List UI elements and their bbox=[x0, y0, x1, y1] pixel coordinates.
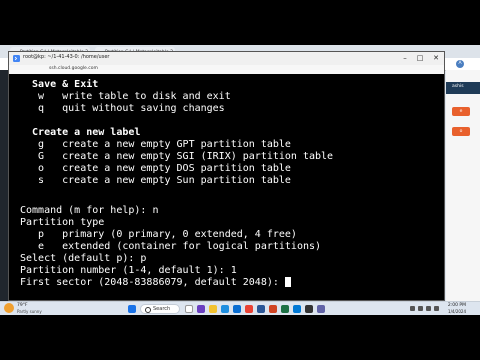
volume-icon[interactable] bbox=[426, 306, 431, 311]
chat-icon[interactable] bbox=[197, 305, 205, 313]
panel-button[interactable]: e bbox=[452, 107, 470, 116]
close-button[interactable]: ✕ bbox=[429, 53, 443, 64]
panel-button[interactable]: o bbox=[452, 127, 470, 136]
task-view-icon[interactable] bbox=[185, 305, 193, 313]
tray-chevron-icon[interactable] bbox=[410, 306, 415, 311]
clock-date[interactable]: 1/4/2024 bbox=[443, 309, 466, 314]
ssh-app-icon bbox=[13, 55, 20, 62]
clock-time[interactable]: 2:00 PM bbox=[446, 303, 466, 308]
letterbox-bottom bbox=[0, 315, 480, 360]
ssh-terminal-window[interactable]: root@kp: ~/1-41-43-0: /home/user – □ ✕ s… bbox=[8, 51, 445, 301]
search-label: Search bbox=[153, 306, 171, 312]
terminal-cursor bbox=[284, 277, 291, 287]
teams-icon[interactable] bbox=[317, 305, 325, 313]
terminal-line: e extended (container for logical partit… bbox=[20, 241, 322, 252]
weather-temp[interactable]: 79°F bbox=[17, 303, 28, 308]
windows-taskbar: 79°F Partly sunny Search 2:00 PM 1/4/202… bbox=[0, 301, 480, 315]
terminal-line: Command (m for help): n bbox=[20, 205, 159, 216]
minimize-button[interactable]: – bbox=[398, 53, 412, 64]
terminal-line: Create a new label bbox=[20, 127, 141, 138]
search-icon bbox=[145, 307, 151, 313]
powerpoint-icon[interactable] bbox=[269, 305, 277, 313]
terminal-line: Select (default p): p bbox=[20, 253, 147, 264]
browser-right-panel bbox=[446, 70, 480, 301]
user-name[interactable]: ashis bbox=[452, 84, 464, 89]
edge-browser-icon[interactable] bbox=[221, 305, 229, 313]
terminal-line: G create a new empty SGI (IRIX) partitio… bbox=[20, 151, 334, 162]
battery-icon[interactable] bbox=[434, 306, 439, 311]
terminal-line: Save & Exit bbox=[20, 79, 99, 90]
outlook-icon[interactable] bbox=[293, 305, 301, 313]
terminal-output[interactable]: Save & Exit w write table to disk and ex… bbox=[9, 74, 444, 300]
desktop-screen: Partition C:\ | Metasploitable 2 Partiti… bbox=[0, 45, 480, 315]
terminal-line: s create a new empty Sun partition table bbox=[20, 175, 291, 186]
terminal-icon[interactable] bbox=[305, 305, 313, 313]
browser-left-sidebar bbox=[0, 70, 8, 301]
ssh-window-title: root@kp: ~/1-41-43-0: /home/user bbox=[23, 54, 110, 60]
terminal-line: o create a new empty DOS partition table bbox=[20, 163, 291, 174]
terminal-line: g create a new empty GPT partition table bbox=[20, 139, 291, 150]
terminal-line: Partition number (1-4, default 1): 1 bbox=[20, 265, 237, 276]
wifi-icon[interactable] bbox=[418, 306, 423, 311]
terminal-line: Partition type bbox=[20, 217, 105, 228]
maximize-button[interactable]: □ bbox=[413, 53, 427, 64]
taskbar-search[interactable]: Search bbox=[140, 304, 180, 314]
store-icon[interactable] bbox=[233, 305, 241, 313]
start-menu-icon[interactable] bbox=[128, 305, 136, 313]
terminal-line: p primary (0 primary, 0 extended, 4 free… bbox=[20, 229, 297, 240]
ssh-title-bar[interactable]: root@kp: ~/1-41-43-0: /home/user – □ ✕ bbox=[9, 52, 444, 65]
weather-condition[interactable]: Partly sunny bbox=[17, 309, 42, 314]
terminal-line: q quit without saving changes bbox=[20, 103, 225, 114]
letterbox-top bbox=[0, 0, 480, 45]
file-explorer-icon[interactable] bbox=[209, 305, 217, 313]
ssh-url: ssh.cloud.google.com bbox=[49, 66, 98, 71]
excel-icon[interactable] bbox=[281, 305, 289, 313]
word-icon[interactable] bbox=[257, 305, 265, 313]
terminal-prompt-text: First sector (2048-83886079, default 204… bbox=[20, 277, 285, 288]
terminal-prompt-line[interactable]: First sector (2048-83886079, default 204… bbox=[20, 277, 291, 289]
terminal-line: w write table to disk and exit bbox=[20, 91, 231, 102]
chrome-browser-icon[interactable] bbox=[245, 305, 253, 313]
user-avatar[interactable]: A bbox=[456, 60, 464, 68]
video-frame: Partition C:\ | Metasploitable 2 Partiti… bbox=[0, 0, 480, 360]
weather-icon[interactable] bbox=[4, 303, 14, 313]
